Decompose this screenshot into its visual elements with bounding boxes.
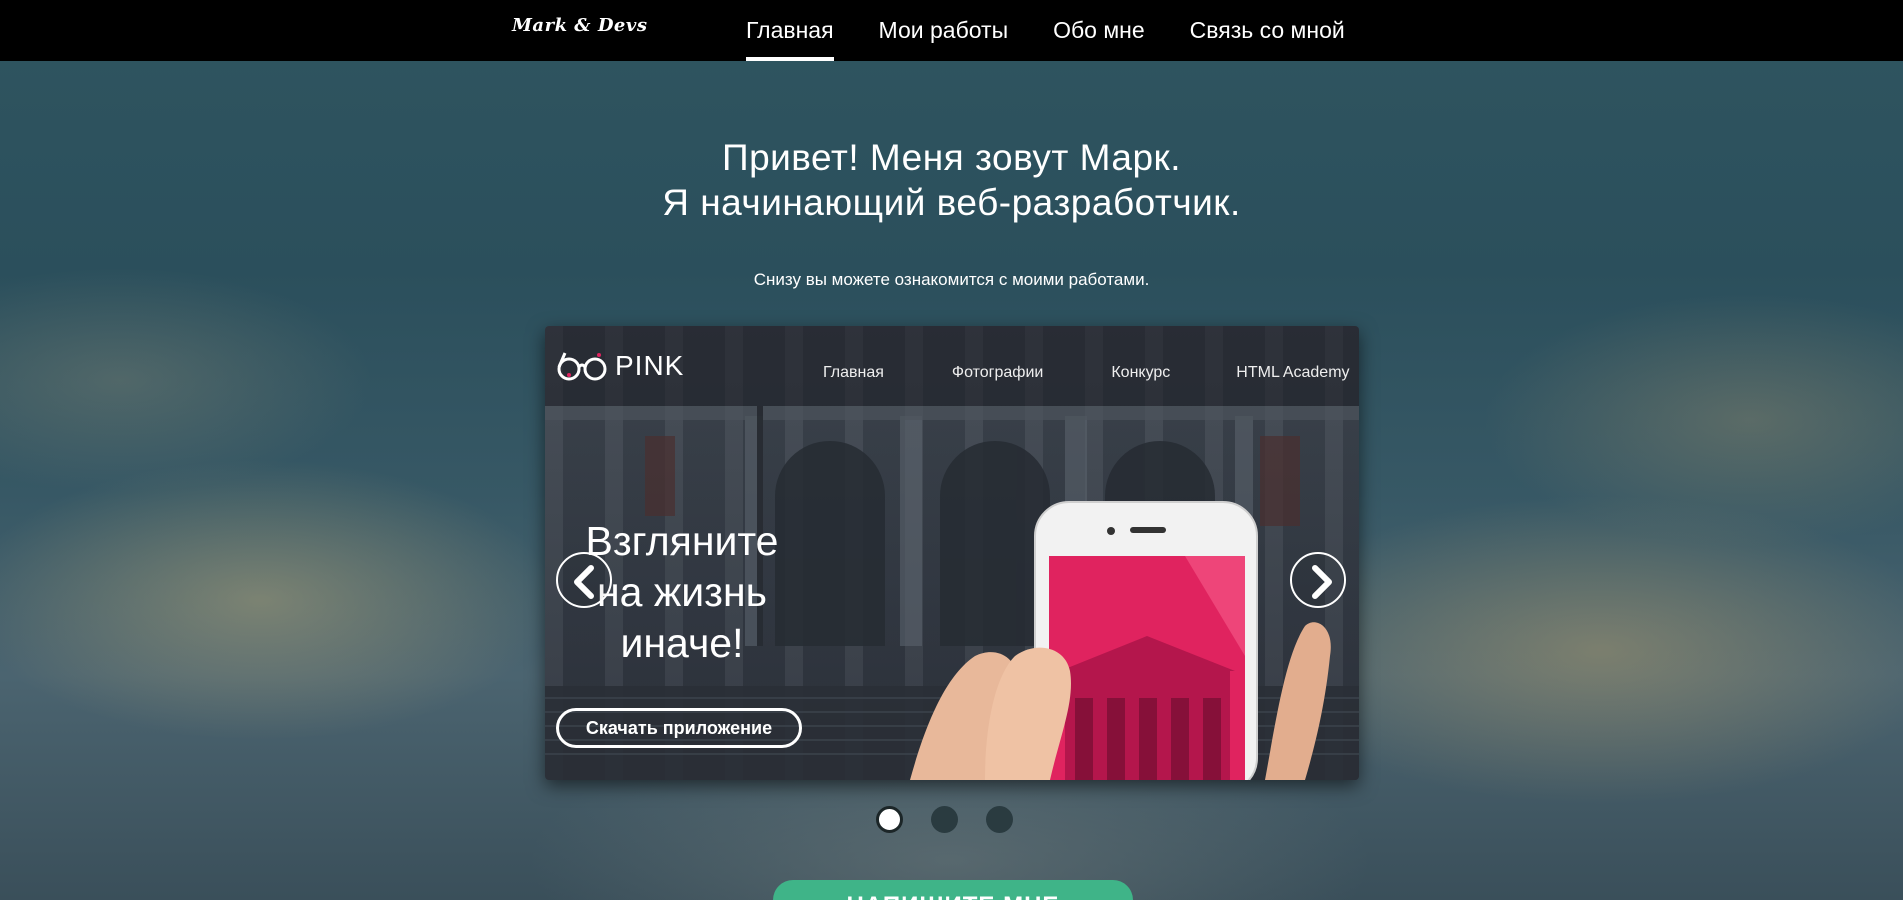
site-logo[interactable]: Mark & Devs <box>512 15 647 36</box>
works-slider: PINK Главная Фотографии Конкурс HTML Aca… <box>545 326 1359 780</box>
slide-nav-item-home[interactable]: Главная <box>823 364 884 382</box>
contact-cta-button[interactable]: НАПИШИТЕ МНЕ <box>773 880 1133 900</box>
chevron-left-icon <box>574 565 594 599</box>
nav-item-contact[interactable]: Связь со мной <box>1190 0 1345 61</box>
slide-nav: Главная Фотографии Конкурс HTML Academy <box>823 364 1350 382</box>
slide-header: PINK Главная Фотографии Конкурс HTML Aca… <box>545 326 1359 406</box>
nav-item-home[interactable]: Главная <box>746 0 834 61</box>
slider-next-button[interactable] <box>1290 552 1346 608</box>
slider-dot-3[interactable] <box>986 806 1013 833</box>
hero-title-line-2: Я начинающий веб-разработчик. <box>662 182 1241 223</box>
hero-title: Привет! Меня зовут Марк. Я начинающий ве… <box>0 135 1903 225</box>
pink-logo-text: PINK <box>615 350 685 381</box>
main-nav: Главная Мои работы Обо мне Связь со мной <box>746 0 1345 61</box>
pink-logo: PINK <box>555 346 684 386</box>
chevron-right-icon <box>1312 565 1332 599</box>
slide-heading-line-3: иначе! <box>620 620 744 666</box>
nav-item-about[interactable]: Обо мне <box>1053 0 1145 61</box>
hero-title-line-1: Привет! Меня зовут Марк. <box>721 137 1182 178</box>
nav-item-works[interactable]: Мои работы <box>879 0 1009 61</box>
download-app-button[interactable]: Скачать приложение <box>556 708 802 748</box>
top-navbar: Mark & Devs Главная Мои работы Обо мне С… <box>0 0 1903 61</box>
slide-nav-item-contest[interactable]: Конкурс <box>1111 364 1170 382</box>
slide-nav-item-academy[interactable]: HTML Academy <box>1236 364 1349 382</box>
hero-subtitle: Снизу вы можете ознакомится с моими рабо… <box>753 270 1150 289</box>
slide-nav-item-photos[interactable]: Фотографии <box>952 364 1043 382</box>
slider-dot-2[interactable] <box>931 806 958 833</box>
glasses-icon <box>557 352 607 381</box>
slider-prev-button[interactable] <box>556 552 612 608</box>
contact-cta-label: НАПИШИТЕ МНЕ <box>773 892 1133 900</box>
slider-dot-1[interactable] <box>876 806 903 833</box>
slider-pagination <box>876 806 1013 833</box>
